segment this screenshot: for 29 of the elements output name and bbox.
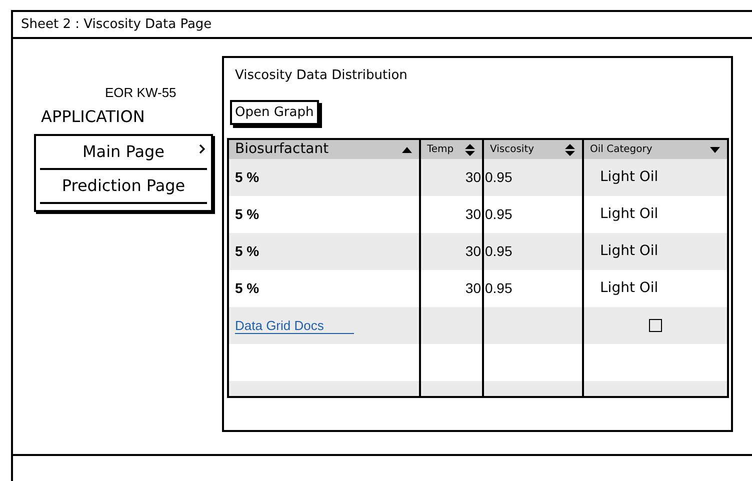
table-cell-text: Light Oil [600, 205, 658, 224]
table-cell-text: 0.95 [485, 168, 512, 187]
column-header[interactable]: Oil Category [590, 142, 652, 157]
app-subtitle: EOR KW-55 [105, 84, 178, 102]
table-cell-text: Light Oil [600, 279, 658, 298]
app-title: APPLICATION [41, 106, 146, 128]
checkbox[interactable] [649, 319, 662, 332]
window-title: Sheet 2 : Viscosity Data Page [21, 16, 212, 34]
docs-link[interactable]: Data Grid Docs [235, 318, 354, 334]
table-cell-text: 0.95 [485, 279, 512, 298]
table-cell-text: 30 [465, 242, 481, 261]
table-cell-text: 30 [465, 205, 481, 224]
table-cell-text: 5 % [235, 279, 260, 298]
table-cell-text: 0.95 [485, 205, 512, 224]
column-header[interactable]: Viscosity [490, 142, 534, 157]
table-cell-text: Light Oil [600, 168, 658, 187]
table-cell-text: 0.95 [485, 242, 512, 261]
table-cell-text: 5 % [235, 242, 260, 261]
panel-title: Viscosity Data Distribution [235, 67, 408, 85]
table-cell-text: 30 [465, 168, 481, 187]
table-cell-text: Light Oil [600, 242, 658, 261]
column-header[interactable]: Biosurfactant [235, 140, 329, 160]
menu-item[interactable]: Main Page [40, 136, 207, 170]
open-graph-button[interactable]: Open Graph [230, 100, 319, 125]
table-cell-text: 5 % [235, 205, 260, 224]
menu-item[interactable]: Prediction Page [40, 170, 207, 204]
column-header[interactable]: Temp [427, 142, 454, 157]
table-cell-text: 5 % [235, 168, 260, 187]
table-cell-text: 30 [465, 279, 481, 298]
